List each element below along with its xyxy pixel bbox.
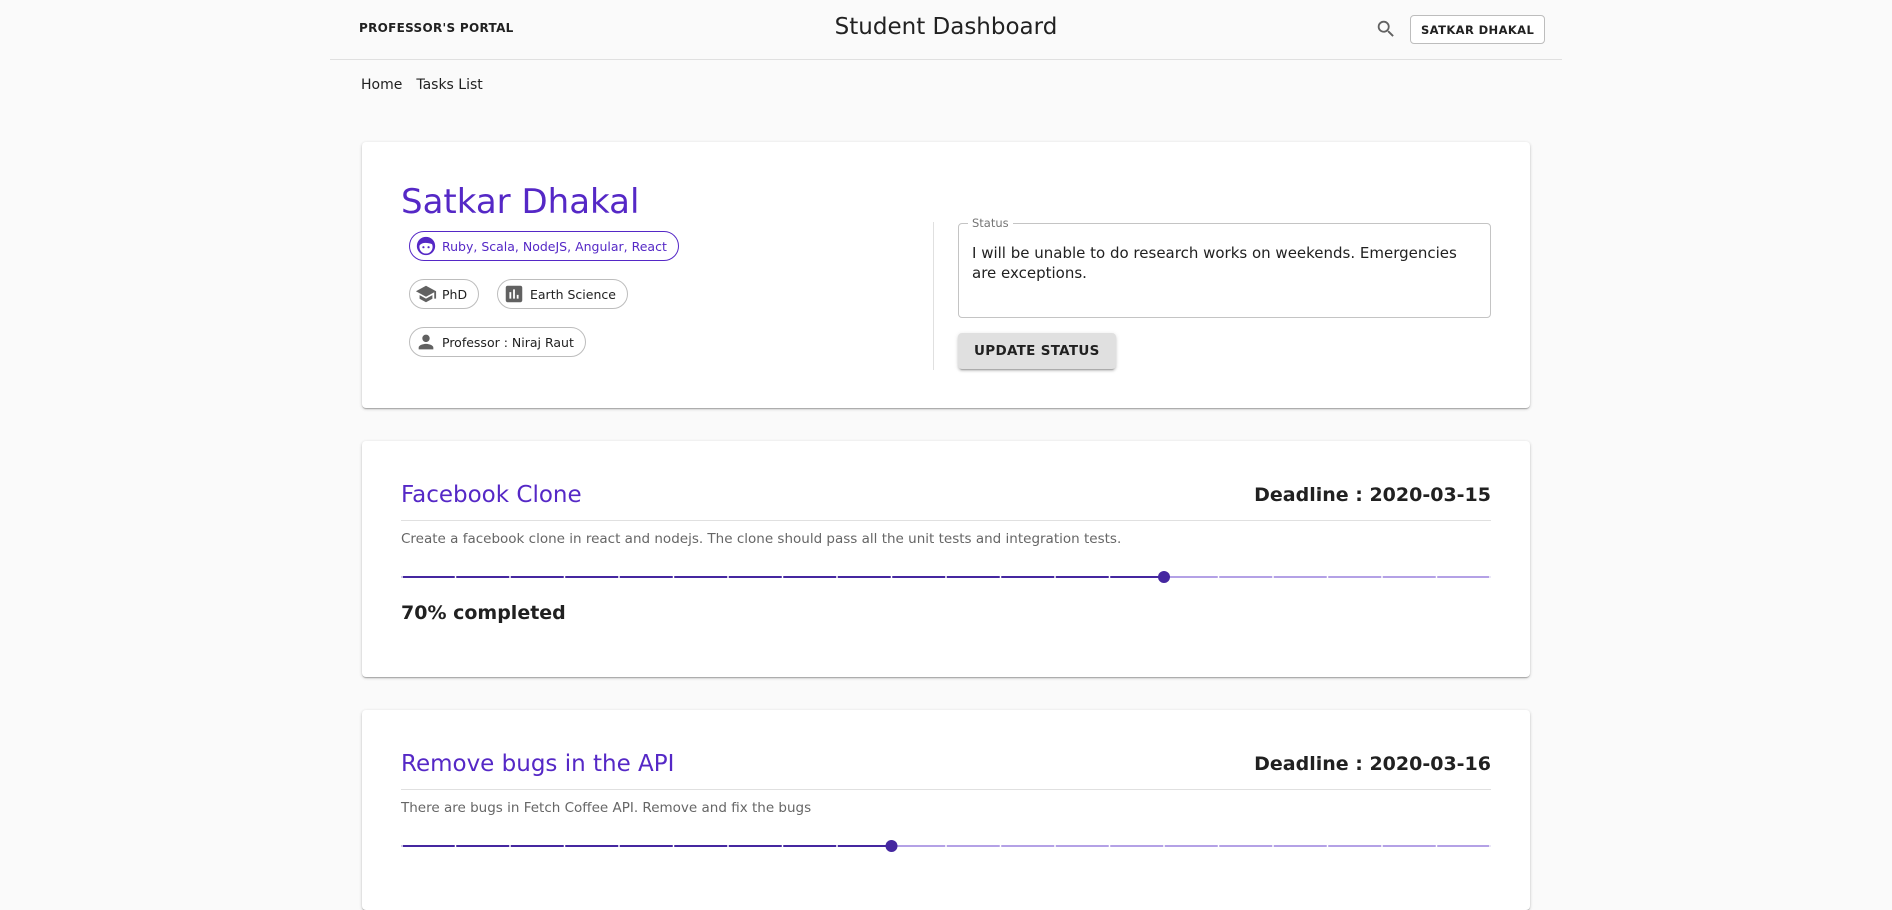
slider-graphic: [401, 571, 1491, 583]
brand-title: PROFESSOR'S PORTAL: [359, 21, 514, 35]
progress-slider[interactable]: [401, 571, 1491, 583]
task-deadline: Deadline : 2020-03-16: [1254, 753, 1491, 775]
breadcrumb-nav: Home Tasks List: [361, 77, 483, 93]
search-button[interactable]: [1373, 16, 1399, 42]
degree-chip: PhD: [409, 279, 480, 309]
task-divider: [401, 520, 1491, 521]
task-card: Remove bugs in the API Deadline : 2020-0…: [362, 710, 1530, 910]
task-deadline: Deadline : 2020-03-15: [1254, 484, 1491, 506]
department-label: Earth Science: [530, 286, 616, 302]
professor-chip: Professor : Niraj Raut: [409, 327, 586, 357]
nav-tasks-list-link[interactable]: Tasks List: [416, 77, 482, 93]
department-chip: Earth Science: [497, 279, 628, 309]
search-icon: [1377, 20, 1394, 37]
skills-label: Ruby, Scala, NodeJS, Angular, React: [442, 238, 667, 254]
progress-label: 70% completed: [401, 602, 566, 624]
vertical-divider: [933, 222, 934, 370]
degree-label: PhD: [442, 286, 468, 302]
face-icon: [415, 235, 437, 257]
person-icon: [415, 331, 437, 353]
task-card: Facebook Clone Deadline : 2020-03-15 Cre…: [362, 441, 1530, 677]
update-status-button[interactable]: UPDATE STATUS: [958, 333, 1116, 369]
slider-thumb: [1158, 571, 1170, 583]
user-account-button[interactable]: SATKAR DHAKAL: [1410, 15, 1546, 44]
task-divider: [401, 789, 1491, 790]
slider-thumb: [885, 840, 898, 852]
task-title: Remove bugs in the API: [401, 751, 675, 777]
task-description: There are bugs in Fetch Coffee API. Remo…: [401, 800, 812, 816]
student-name: Satkar Dhakal: [401, 182, 640, 222]
nav-home-link[interactable]: Home: [361, 77, 402, 93]
progress-slider[interactable]: [401, 840, 1491, 852]
slider-graphic: [401, 840, 1491, 852]
status-text[interactable]: I will be unable to do research works on…: [972, 243, 1477, 283]
bar-chart-icon: [503, 283, 525, 305]
status-field-label: Status: [968, 216, 1013, 230]
status-textarea[interactable]: Status I will be unable to do research w…: [958, 216, 1491, 318]
app-bar: PROFESSOR'S PORTAL Student Dashboard SAT…: [330, 0, 1562, 60]
task-description: Create a facebook clone in react and nod…: [401, 531, 1122, 547]
task-title: Facebook Clone: [401, 482, 582, 508]
student-profile-card: Satkar Dhakal Ruby, Scala, NodeJS, Angul…: [362, 142, 1530, 408]
skills-chip: Ruby, Scala, NodeJS, Angular, React: [409, 231, 679, 261]
graduation-cap-icon: [415, 283, 437, 305]
professor-label: Professor : Niraj Raut: [442, 334, 574, 350]
